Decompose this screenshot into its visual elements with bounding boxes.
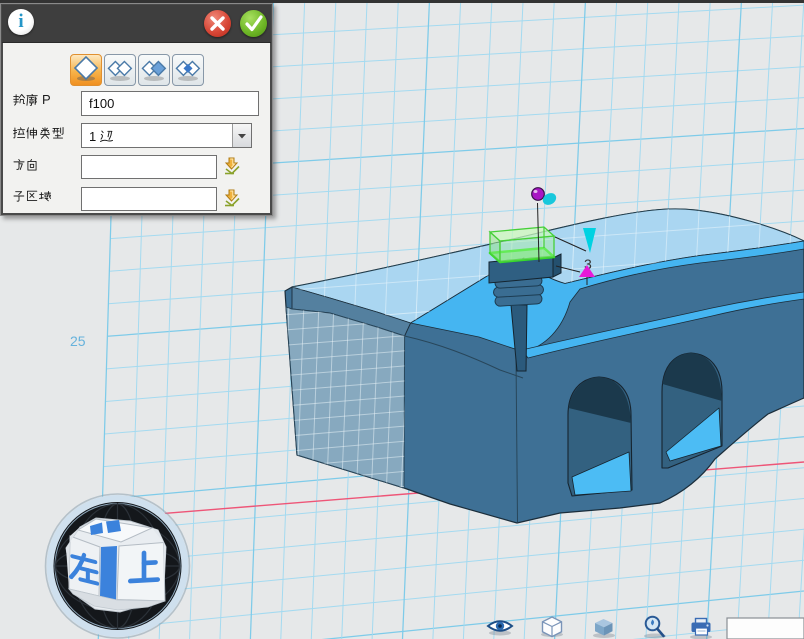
svg-text:25: 25 [70, 333, 86, 349]
